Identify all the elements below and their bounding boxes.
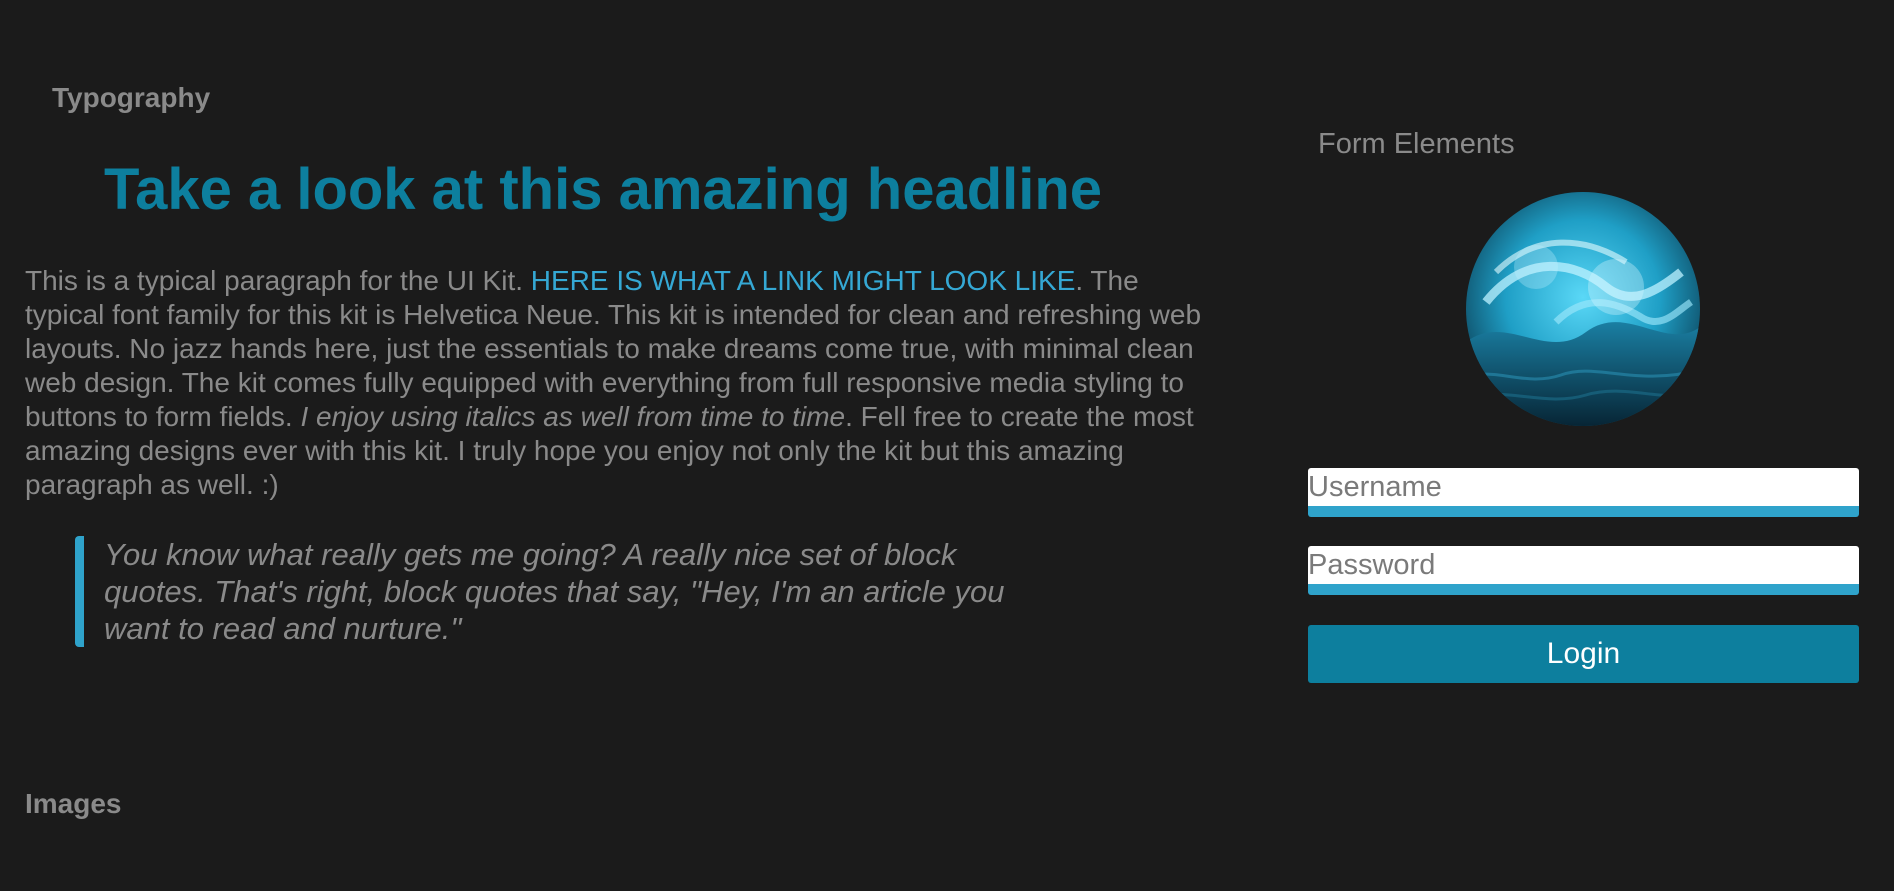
ui-kit-page: Typography Take a look at this amazing h… — [0, 0, 1894, 891]
form-elements-title: Form Elements — [1318, 128, 1515, 160]
typical-paragraph: This is a typical paragraph for the UI K… — [25, 264, 1205, 502]
wave-image-graphic — [1466, 192, 1700, 426]
images-section-title: Images — [25, 788, 122, 819]
ocean-wave-image — [1466, 192, 1700, 426]
login-button[interactable]: Login — [1308, 625, 1859, 683]
block-quote: You know what really gets me going? A re… — [75, 536, 1064, 647]
form-elements-column: Form Elements Username Login — [1308, 0, 1859, 891]
password-input[interactable] — [1308, 546, 1859, 595]
username-input[interactable] — [1308, 468, 1859, 517]
sample-link[interactable]: HERE IS WHAT A LINK MIGHT LOOK LIKE — [531, 265, 1076, 296]
typography-section-title: Typography — [52, 82, 211, 113]
paragraph-text-1: This is a typical paragraph for the UI K… — [25, 265, 531, 296]
headline: Take a look at this amazing headline — [103, 157, 1103, 222]
paragraph-italic-text: I enjoy using italics as well from time … — [300, 401, 846, 432]
